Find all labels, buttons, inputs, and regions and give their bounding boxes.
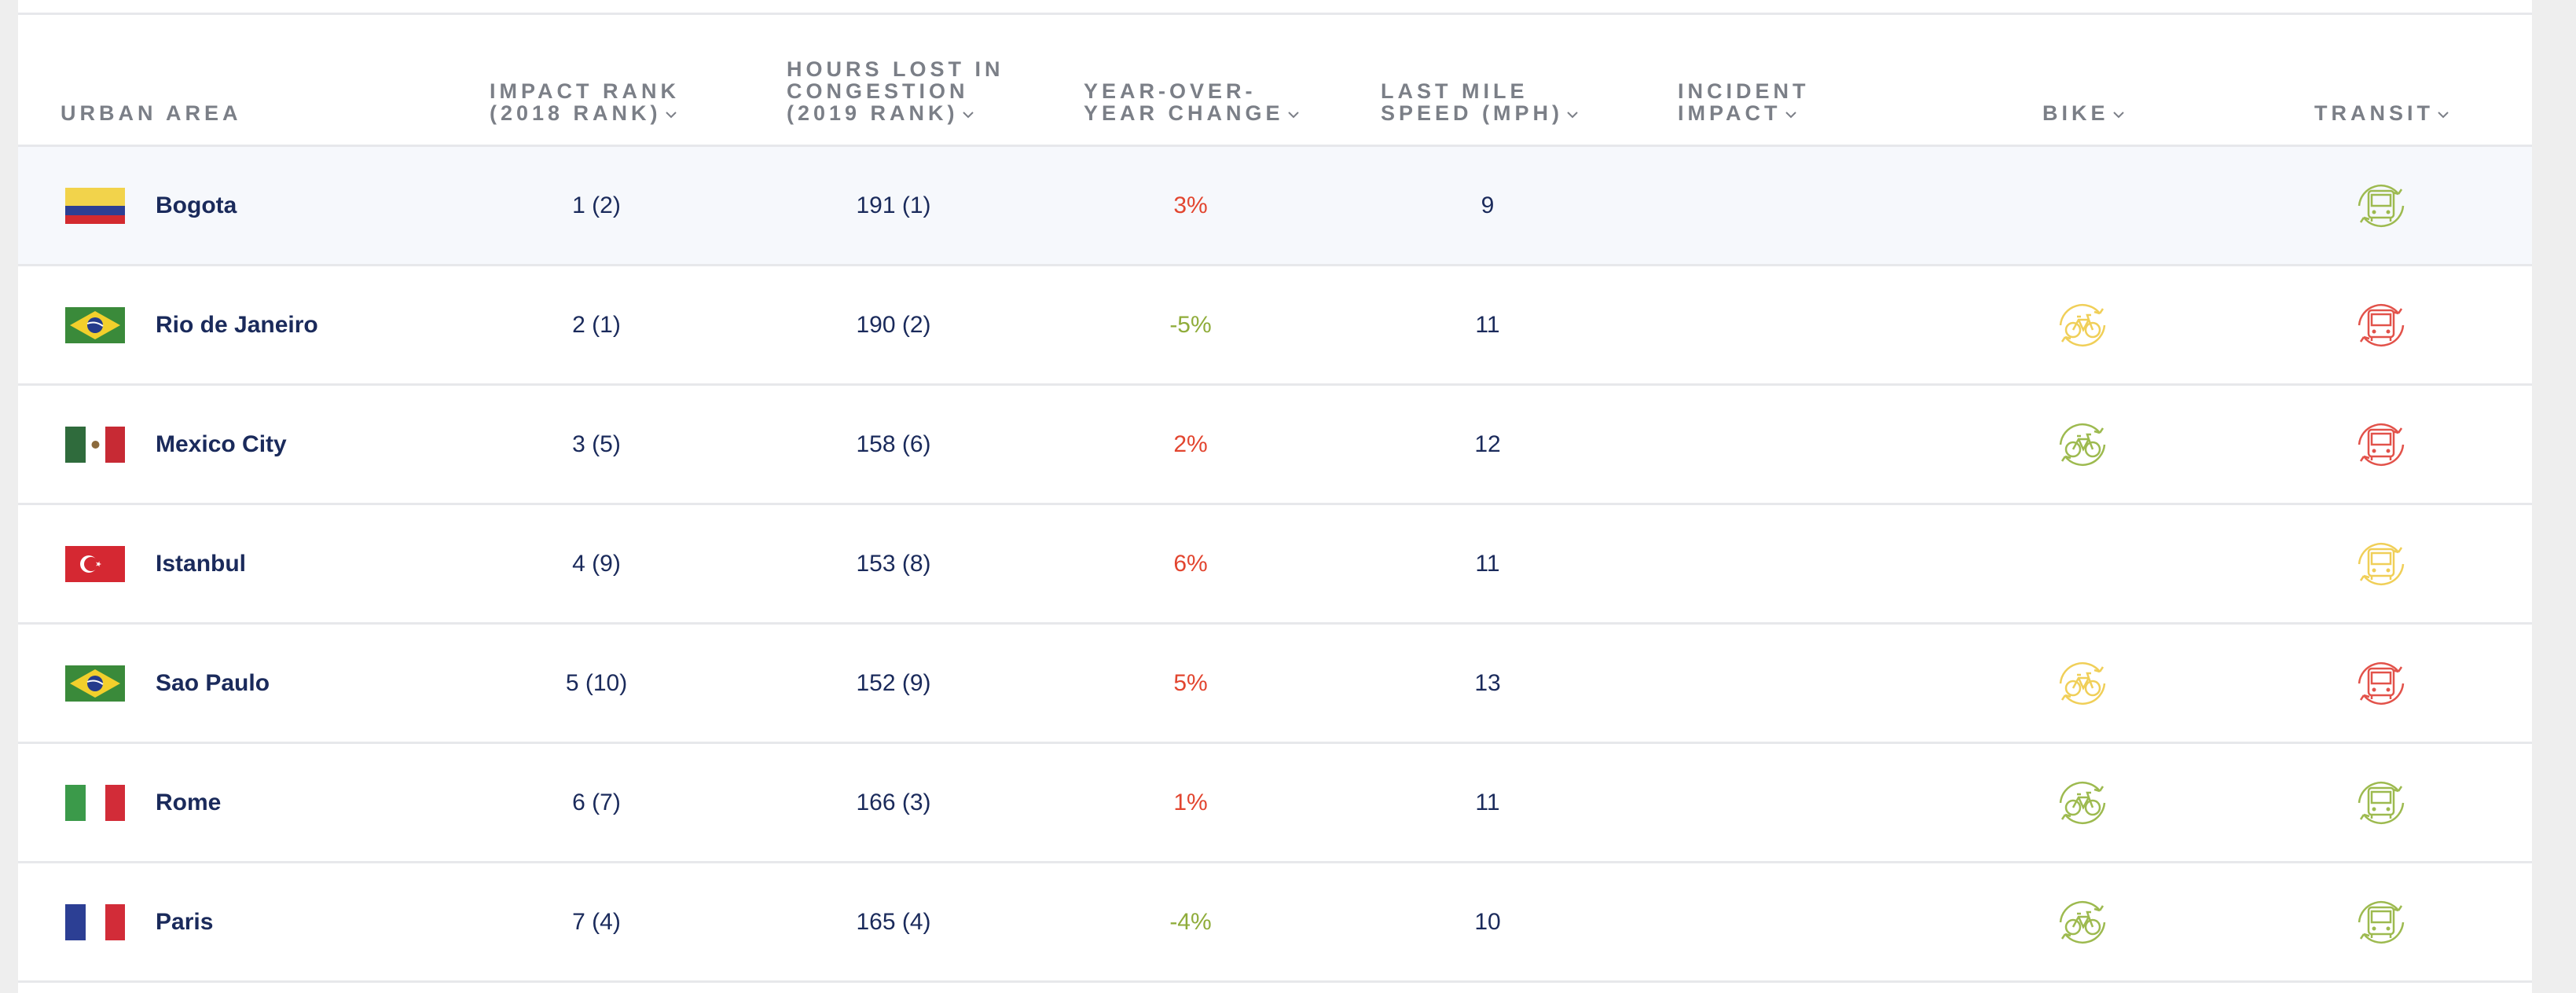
hours-lost-value: 191 (1) (856, 192, 931, 218)
bike-icon[interactable] (2050, 771, 2115, 835)
hours-lost-value: 153 (8) (856, 550, 931, 577)
table-row[interactable]: Rome 6 (7) 166 (3) 1% 11 (18, 744, 2532, 863)
header-urban-area: URBAN AREA (61, 102, 242, 124)
bike-icon[interactable] (2050, 890, 2115, 955)
city-name: Sao Paulo (156, 669, 270, 696)
header-impact-rank[interactable]: IMPACT RANK (2018 RANK) (490, 80, 680, 124)
colombia-flag (65, 187, 125, 224)
header-transit[interactable]: TRANSIT (2314, 102, 2449, 124)
yoy-change-value: -5% (1169, 311, 1212, 338)
header-yoy-change-label: YEAR-OVER- YEAR CHANGE (1084, 79, 1284, 125)
table-header: URBAN AREA IMPACT RANK (2018 RANK) HOURS… (18, 15, 2532, 147)
bike-icon[interactable] (2050, 412, 2115, 477)
table-row[interactable]: Paris 7 (4) 165 (4) -4% 10 (18, 863, 2532, 983)
italy-flag (65, 784, 125, 821)
table-row[interactable]: Sao Paulo 5 (10) 152 (9) 5% 13 (18, 625, 2532, 744)
chevron-down-icon (2438, 112, 2449, 119)
city-name: Paris (156, 908, 214, 935)
header-last-mile-label: LAST MILE SPEED (MPH) (1381, 79, 1564, 125)
header-hours-lost[interactable]: HOURS LOST IN CONGESTION (2019 RANK) (787, 58, 1004, 124)
last-mile-speed-value: 9 (1481, 192, 1495, 218)
hours-lost-value: 152 (9) (856, 669, 931, 696)
header-impact-rank-label: IMPACT RANK (2018 RANK) (490, 79, 680, 125)
header-incident-impact[interactable]: INCIDENT IMPACT (1678, 80, 1810, 124)
bus-icon[interactable] (2349, 532, 2413, 596)
bus-icon[interactable] (2349, 890, 2413, 955)
impact-rank-value: 2 (1) (572, 311, 621, 338)
table-row[interactable]: Bogota 1 (2) 191 (1) 3% 9 (18, 147, 2532, 266)
last-mile-speed-value: 11 (1475, 789, 1500, 815)
last-mile-speed-value: 10 (1474, 908, 1501, 935)
yoy-change-value: 2% (1173, 431, 1208, 457)
bus-icon[interactable] (2349, 412, 2413, 477)
city-name: Istanbul (156, 550, 247, 577)
hours-lost-value: 165 (4) (856, 908, 931, 935)
yoy-change-value: 6% (1173, 550, 1208, 577)
france-flag (65, 903, 125, 940)
rankings-table: URBAN AREA IMPACT RANK (2018 RANK) HOURS… (18, 0, 2532, 993)
bike-icon[interactable] (2050, 651, 2115, 716)
header-yoy-change[interactable]: YEAR-OVER- YEAR CHANGE (1084, 80, 1300, 124)
last-mile-speed-value: 11 (1475, 311, 1500, 338)
chevron-down-icon (2112, 112, 2124, 119)
bus-icon[interactable] (2349, 771, 2413, 835)
bus-icon[interactable] (2349, 651, 2413, 716)
turkey-flag (65, 545, 125, 582)
yoy-change-value: -4% (1169, 908, 1212, 935)
table-row[interactable]: Rio de Janeiro 2 (1) 190 (2) -5% 11 (18, 266, 2532, 386)
brazil-flag (65, 306, 125, 343)
city-name: Rome (156, 789, 222, 815)
city-name: Mexico City (156, 431, 287, 457)
last-mile-speed-value: 12 (1474, 431, 1501, 457)
chevron-down-icon (1287, 112, 1299, 119)
mexico-flag (65, 426, 125, 463)
bus-icon[interactable] (2349, 174, 2413, 238)
chevron-down-icon (1785, 112, 1796, 119)
brazil-flag (65, 665, 125, 702)
impact-rank-value: 3 (5) (572, 431, 621, 457)
hours-lost-value: 190 (2) (856, 311, 931, 338)
last-mile-speed-value: 11 (1475, 550, 1500, 577)
chevron-down-icon (1567, 112, 1578, 119)
last-mile-speed-value: 13 (1474, 669, 1501, 696)
hours-lost-value: 158 (6) (856, 431, 931, 457)
header-last-mile[interactable]: LAST MILE SPEED (MPH) (1381, 80, 1579, 124)
table-row[interactable]: Istanbul 4 (9) 153 (8) 6% 11 (18, 505, 2532, 625)
header-urban-area-label: URBAN AREA (61, 101, 242, 125)
header-transit-label: TRANSIT (2314, 101, 2434, 125)
impact-rank-value: 7 (4) (572, 908, 621, 935)
city-name: Bogota (156, 192, 237, 218)
table-row[interactable]: Mexico City 3 (5) 158 (6) 2% 12 (18, 386, 2532, 505)
bus-icon[interactable] (2349, 293, 2413, 357)
hours-lost-value: 166 (3) (856, 789, 931, 815)
bike-icon[interactable] (2050, 293, 2115, 357)
chevron-down-icon (962, 112, 974, 119)
impact-rank-value: 4 (9) (572, 550, 621, 577)
impact-rank-value: 5 (10) (565, 669, 628, 696)
yoy-change-value: 3% (1173, 192, 1208, 218)
impact-rank-value: 1 (2) (572, 192, 621, 218)
header-bike[interactable]: BIKE (2042, 102, 2125, 124)
city-name: Rio de Janeiro (156, 311, 318, 338)
impact-rank-value: 6 (7) (572, 789, 621, 815)
chevron-down-icon (665, 112, 677, 119)
yoy-change-value: 1% (1173, 789, 1208, 815)
yoy-change-value: 5% (1173, 669, 1208, 696)
header-bike-label: BIKE (2042, 101, 2109, 125)
